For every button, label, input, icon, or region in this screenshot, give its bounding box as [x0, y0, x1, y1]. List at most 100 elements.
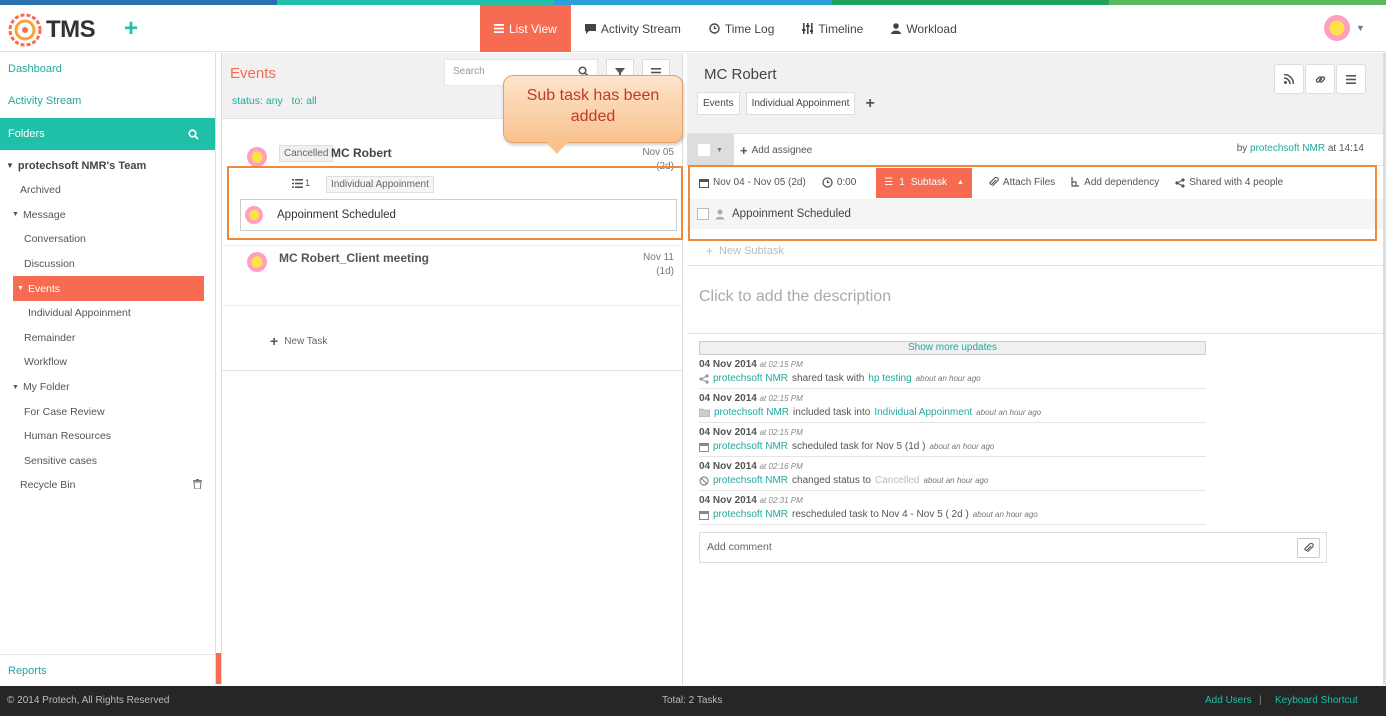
new-task-button[interactable]: + New Task — [270, 333, 327, 349]
time-button[interactable]: 0:00 — [814, 177, 864, 188]
update-target[interactable]: Individual Appoinment — [874, 407, 972, 418]
tab-activity-stream[interactable]: Activity Stream — [571, 5, 695, 52]
link-icon — [1315, 75, 1325, 83]
team-label: protechsoft NMR's Team — [17, 159, 147, 172]
sidebar-dashboard[interactable]: Dashboard — [0, 53, 215, 85]
update-ago: about an hour ago — [976, 408, 1042, 417]
add-users-link[interactable]: Add Users — [1205, 695, 1252, 706]
show-more-updates-button[interactable]: Show more updates — [699, 341, 1206, 355]
sidebar-item-label: For Case Review — [24, 405, 105, 418]
to-filter[interactable]: to: all — [292, 95, 317, 107]
user-icon — [891, 23, 902, 34]
update-user-link[interactable]: protechsoft NMR — [713, 475, 788, 486]
plus-icon: + — [740, 143, 748, 158]
date-range-button[interactable]: Nov 04 - Nov 05 (2d) — [687, 177, 814, 188]
caret-down-icon[interactable]: ▼ — [12, 384, 19, 391]
add-dependency-button[interactable]: Add dependency — [1063, 177, 1167, 188]
status-checkbox — [698, 144, 711, 156]
subtask-checkbox[interactable] — [697, 208, 709, 220]
task-name[interactable]: MC Robert_Client meeting — [279, 251, 429, 265]
update-user-link[interactable]: protechsoft NMR — [714, 407, 789, 418]
update-target[interactable]: hp testing — [868, 373, 911, 384]
sidebar-item-human-resources[interactable]: Human Resources — [0, 424, 215, 449]
detail-menu-button[interactable] — [1336, 64, 1366, 94]
sidebar-item-sensitive-cases[interactable]: Sensitive cases — [0, 449, 215, 474]
tab-timeline[interactable]: Timeline — [788, 5, 877, 52]
sidebar-item-archived[interactable]: Archived — [0, 178, 215, 203]
calendar-icon — [699, 178, 709, 188]
user-avatar-menu[interactable]: ▼ — [1324, 15, 1365, 41]
caret-down-icon[interactable]: ▼ — [12, 211, 19, 218]
update-target[interactable]: Cancelled — [875, 475, 919, 486]
attach-comment-button[interactable] — [1297, 538, 1320, 558]
avatar — [247, 147, 267, 167]
sidebar-team[interactable]: ▼ protechsoft NMR's Team — [0, 153, 215, 178]
subtask-name[interactable]: Appoinment Scheduled — [732, 208, 851, 220]
tag-events[interactable]: Events — [697, 92, 740, 115]
sidebar-item-label: Sensitive cases — [24, 454, 97, 467]
sidebar-folders-header[interactable]: Folders — [0, 118, 215, 150]
folder-tag[interactable]: Individual Appoinment — [326, 176, 434, 193]
sidebar-item-for-case-review[interactable]: For Case Review — [0, 399, 215, 424]
comment-icon — [584, 23, 596, 34]
comment-placeholder: Add comment — [707, 541, 772, 553]
add-tag-plus-icon[interactable]: + — [865, 95, 874, 113]
sidebar-reports[interactable]: Reports — [8, 665, 47, 677]
shared-button[interactable]: Shared with 4 people — [1167, 177, 1291, 188]
keyboard-shortcut-link[interactable]: Keyboard Shortcut — [1275, 695, 1358, 706]
update-user-link[interactable]: protechsoft NMR — [713, 373, 788, 384]
assign-user-icon[interactable] — [715, 209, 726, 220]
new-subtask-button[interactable]: + New Subtask — [706, 244, 784, 258]
update-user-link[interactable]: protechsoft NMR — [713, 441, 788, 452]
add-plus-icon[interactable]: + — [124, 15, 138, 43]
subtask-count[interactable]: 1 — [292, 178, 310, 188]
subtask-item[interactable]: Appoinment Scheduled — [687, 199, 1383, 229]
tab-label: Timeline — [818, 21, 864, 36]
tab-workload[interactable]: Workload — [877, 5, 970, 52]
creator-link[interactable]: protechsoft NMR — [1250, 143, 1325, 154]
status-dropdown[interactable]: ▼ — [687, 134, 734, 166]
add-assignee-button[interactable]: + Add assignee — [740, 143, 812, 158]
update-text: shared task with — [792, 373, 865, 384]
description-area[interactable]: Click to add the description — [687, 265, 1383, 334]
detail-title[interactable]: MC Robert — [704, 66, 777, 83]
subtask-name: Appoinment Scheduled — [277, 209, 396, 221]
sidebar-activity-stream[interactable]: Activity Stream — [0, 85, 215, 117]
trash-icon[interactable] — [193, 478, 202, 492]
tab-time-log[interactable]: Time Log — [695, 5, 789, 52]
update-text: changed status to — [792, 475, 871, 486]
share-icon — [1175, 177, 1185, 188]
task-row[interactable]: Cancelled MC Robert Nov 05 (2d) 1 Individ… — [222, 138, 682, 245]
top-header: TMS + List View Activity Stream Time Log Ti… — [0, 5, 1386, 52]
comment-input[interactable]: Add comment — [699, 532, 1327, 563]
task-row[interactable]: MC Robert_Client meeting Nov 11 (1d) — [222, 245, 682, 305]
sidebar-item-individual-appoinment[interactable]: Individual Appoinment — [0, 301, 215, 326]
update-text: rescheduled task to Nov 4 - Nov 5 ( 2d ) — [792, 509, 969, 520]
subtask-button[interactable]: ☰ 1 Subtask ▲ — [876, 167, 972, 198]
sidebar-item-recycle-bin[interactable]: Recycle Bin — [0, 473, 215, 498]
sidebar-item-remainder[interactable]: Remainder — [0, 326, 215, 351]
sidebar-item-events[interactable]: ▼ Events — [13, 276, 204, 301]
rss-button[interactable] — [1274, 64, 1304, 94]
update-user-link[interactable]: protechsoft NMR — [713, 509, 788, 520]
link-button[interactable] — [1305, 64, 1335, 94]
sidebar-item-conversation[interactable]: Conversation — [0, 227, 215, 252]
tag-individual-appoinment[interactable]: Individual Appoinment — [745, 92, 856, 115]
sidebar-item-workflow[interactable]: Workflow — [0, 350, 215, 375]
add-assignee-label: Add assignee — [751, 145, 813, 156]
folder-icon — [699, 408, 710, 417]
calendar-icon — [699, 442, 709, 452]
app-logo[interactable]: TMS — [8, 13, 96, 47]
sidebar-item-my-folder[interactable]: ▼ My Folder — [0, 375, 215, 400]
caret-down-icon[interactable]: ▼ — [17, 285, 24, 292]
caret-up-icon: ▲ — [956, 179, 964, 186]
tab-list-view[interactable]: List View — [480, 5, 571, 52]
search-icon[interactable] — [188, 128, 199, 140]
attach-files-button[interactable]: Attach Files — [980, 177, 1063, 188]
task-name[interactable]: MC Robert — [331, 146, 392, 160]
sidebar-item-message[interactable]: ▼ Message — [0, 203, 215, 228]
subtask-item[interactable]: Appoinment Scheduled — [240, 199, 677, 231]
sidebar-item-discussion[interactable]: Discussion — [0, 252, 215, 277]
status-filter[interactable]: status: any — [232, 95, 283, 107]
status-badge: Cancelled — [279, 145, 334, 162]
